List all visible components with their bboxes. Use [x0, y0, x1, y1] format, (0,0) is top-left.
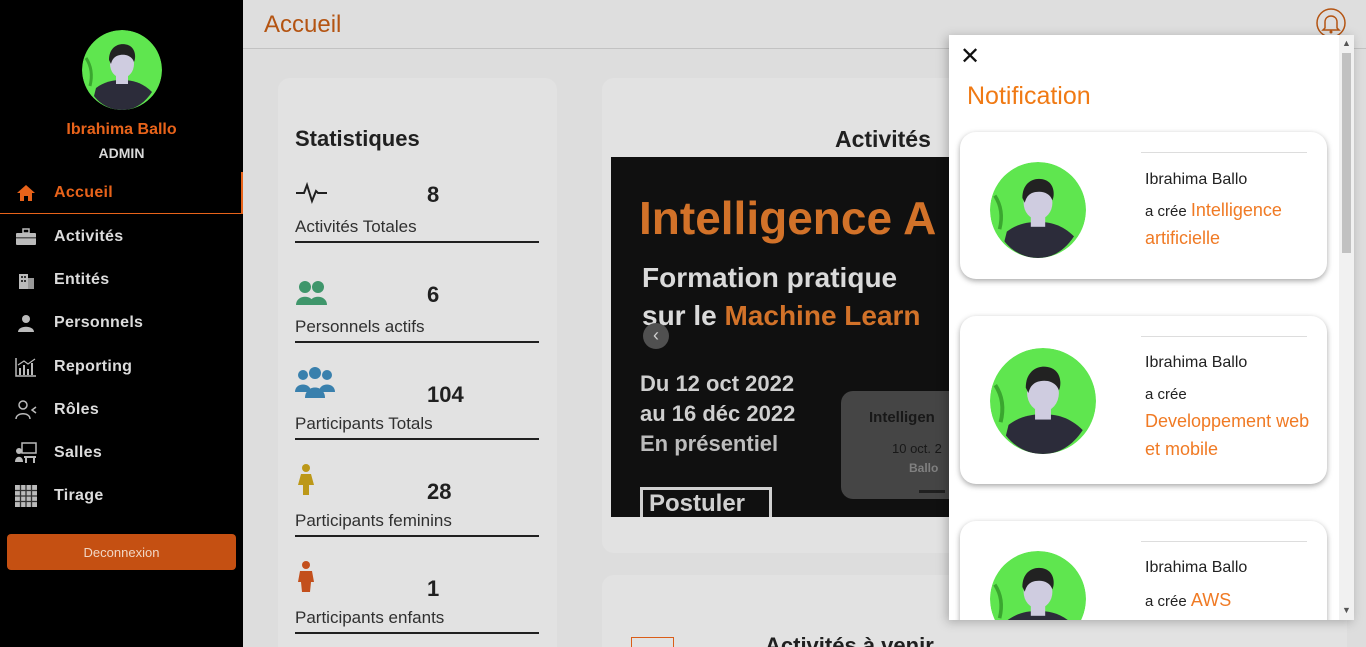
notification-item[interactable]: Ibrahima Ballo a crée AWS — [960, 521, 1327, 620]
grid-icon — [14, 485, 38, 507]
notification-scrollbar[interactable]: ▲ ▼ — [1339, 35, 1354, 620]
sidebar-item-label: Salles — [54, 444, 103, 461]
scroll-thumb[interactable] — [1342, 53, 1351, 253]
notification-activity-link[interactable]: AWS — [1191, 590, 1231, 610]
avatar — [82, 30, 162, 110]
sidebar-item-accueil[interactable]: Accueil — [0, 172, 243, 214]
divider — [1141, 152, 1307, 153]
notification-prefix: a crée — [1145, 203, 1187, 220]
scroll-up-icon[interactable]: ▲ — [1342, 38, 1351, 48]
sidebar-item-label: Accueil — [54, 183, 114, 201]
sidebar-item-reporting[interactable]: Reporting — [0, 346, 243, 388]
divider — [1141, 541, 1307, 542]
sidebar-item-label: Tirage — [54, 487, 104, 504]
sidebar-item-label: Rôles — [54, 401, 100, 418]
briefcase-icon — [14, 226, 38, 248]
notification-text: a crée Intelligence artificielle — [1145, 197, 1315, 253]
sidebar-item-label: Entités — [54, 271, 110, 288]
sidebar-item-label: Activités — [54, 228, 124, 245]
divider — [1141, 336, 1307, 337]
avatar — [990, 551, 1086, 620]
avatar — [990, 348, 1096, 454]
room-icon — [14, 442, 38, 464]
close-icon[interactable]: ✕ — [960, 43, 980, 71]
sidebar-item-entites[interactable]: Entités — [0, 259, 243, 301]
sidebar-item-tirage[interactable]: Tirage — [0, 475, 243, 517]
notification-activity-link[interactable]: Developpement web et mobile — [1145, 411, 1309, 459]
notification-prefix: a crée — [1145, 593, 1187, 610]
notification-title: Notification — [967, 82, 1091, 110]
sidebar-item-personnels[interactable]: Personnels — [0, 302, 243, 344]
notification-prefix: a crée — [1145, 386, 1187, 403]
user-icon — [14, 312, 38, 334]
notification-author: Ibrahima Ballo — [1145, 171, 1248, 188]
notification-text: a crée Developpement web et mobile — [1145, 381, 1315, 464]
notification-item[interactable]: Ibrahima Ballo a crée Developpement web e… — [960, 316, 1327, 484]
user-name: Ibrahima Ballo — [66, 121, 177, 138]
chart-icon — [14, 356, 38, 378]
user-role-icon — [14, 399, 38, 421]
user-role: ADMIN — [98, 145, 145, 161]
notification-item[interactable]: Ibrahima Ballo a crée Intelligence artif… — [960, 132, 1327, 279]
avatar — [990, 162, 1086, 258]
home-icon — [14, 182, 38, 204]
notification-text: a crée AWS — [1145, 587, 1315, 615]
building-icon — [14, 269, 38, 291]
sidebar-item-activites[interactable]: Activités — [0, 216, 243, 258]
notification-author: Ibrahima Ballo — [1145, 559, 1248, 576]
sidebar-item-salles[interactable]: Salles — [0, 432, 243, 474]
sidebar-item-label: Reporting — [54, 358, 133, 375]
scroll-down-icon[interactable]: ▼ — [1342, 605, 1351, 615]
sidebar-item-roles[interactable]: Rôles — [0, 389, 243, 431]
notification-author: Ibrahima Ballo — [1145, 354, 1248, 371]
sidebar: Ibrahima Ballo ADMIN Accueil Activités E… — [0, 0, 243, 647]
sidebar-item-label: Personnels — [54, 314, 144, 331]
notification-panel: ✕ Notification Ibrahima Ballo a crée Int… — [949, 35, 1354, 620]
logout-button[interactable]: Deconnexion — [7, 534, 236, 570]
